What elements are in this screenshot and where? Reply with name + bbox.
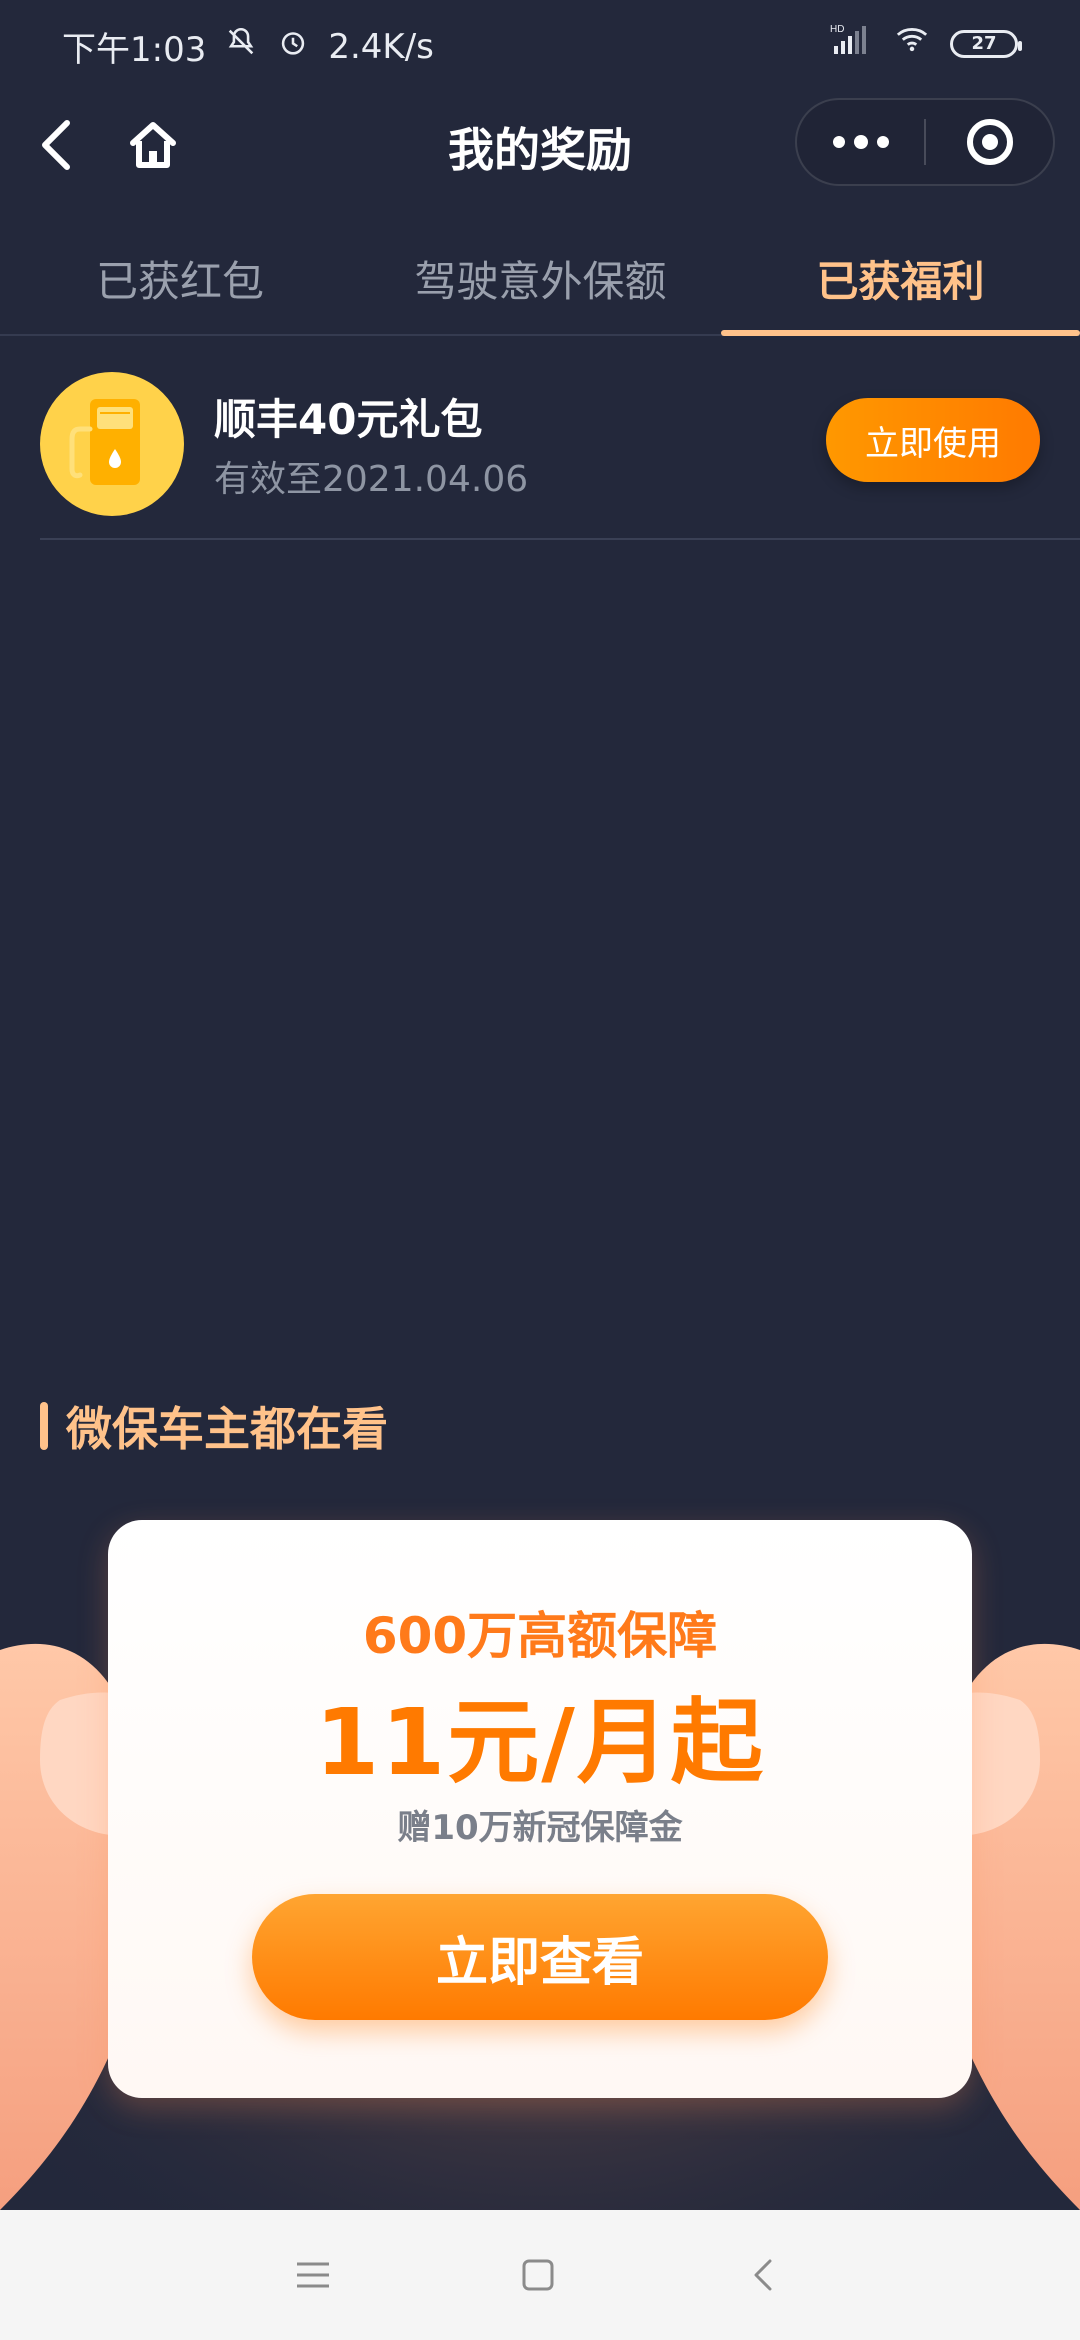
- menu-icon: [297, 2262, 329, 2288]
- alarm-icon: [276, 25, 310, 68]
- more-button[interactable]: [797, 100, 924, 184]
- close-button[interactable]: [926, 100, 1053, 184]
- mute-icon: [224, 25, 258, 68]
- reward-title: 顺丰40元礼包: [214, 395, 483, 444]
- tab-benefits[interactable]: 已获福利: [721, 220, 1080, 336]
- system-back-button[interactable]: [718, 2240, 808, 2310]
- status-time: 下午1:03: [62, 30, 207, 70]
- status-right: HD 27: [830, 22, 1022, 65]
- section-title: 微保车主都在看: [66, 1402, 388, 1456]
- target-close-icon: [966, 119, 1013, 165]
- battery-level: 27: [971, 33, 997, 54]
- signal-icon: HD: [830, 22, 874, 65]
- menu-button[interactable]: [268, 2240, 358, 2310]
- active-tab-indicator: [721, 330, 1080, 336]
- use-now-button[interactable]: 立即使用: [826, 398, 1040, 482]
- nav-bar: 我的奖励: [0, 90, 1080, 200]
- tab-driving-insurance[interactable]: 驾驶意外保额: [360, 220, 721, 336]
- hd-label: HD: [830, 24, 844, 35]
- promo-subtitle: 赠10万新冠保障金: [397, 1808, 683, 1848]
- view-now-button[interactable]: 立即查看: [252, 1894, 828, 2020]
- reward-expiry: 有效至2021.04.06: [214, 459, 529, 500]
- section-accent-bar: [40, 1402, 48, 1450]
- section-header: 微保车主都在看: [40, 1398, 388, 1456]
- reward-list-item: 顺丰40元礼包 有效至2021.04.06 立即使用: [40, 366, 1080, 540]
- status-bar: 下午1:03 2.4K/s HD 27: [0, 0, 1080, 90]
- status-left: 下午1:03 2.4K/s: [62, 22, 434, 71]
- back-triangle-icon: [754, 2259, 772, 2291]
- promo-price: 11元/月起: [315, 1689, 765, 1796]
- promo-banner[interactable]: 600万高额保障 11元/月起 赠10万新冠保障金 立即查看: [0, 1510, 1080, 2210]
- more-dots-icon: [832, 135, 889, 149]
- system-nav-bar: [0, 2210, 1080, 2340]
- tab-bar: 已获红包 驾驶意外保额 已获福利: [0, 220, 1080, 336]
- battery-icon: 27: [950, 29, 1022, 58]
- fuel-pump-icon: [40, 372, 184, 516]
- network-speed: 2.4K/s: [328, 26, 434, 67]
- promo-headline: 600万高额保障: [362, 1607, 718, 1665]
- promo-card: 600万高额保障 11元/月起 赠10万新冠保障金 立即查看: [108, 1520, 972, 2098]
- home-nav-button[interactable]: [493, 2240, 583, 2310]
- wifi-icon: [892, 22, 932, 65]
- tab-red-packets[interactable]: 已获红包: [0, 220, 360, 336]
- square-home-icon: [522, 2259, 554, 2291]
- mini-program-capsule: [795, 98, 1055, 186]
